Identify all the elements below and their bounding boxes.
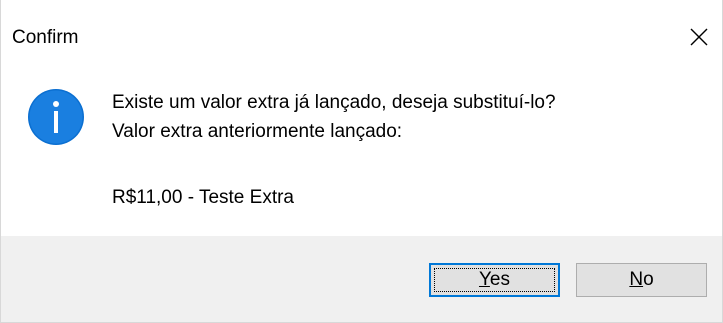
message-line-question: Existe um valor extra já lançado, deseja…: [112, 92, 556, 113]
button-bar: Yes No: [1, 236, 722, 322]
yes-button[interactable]: Yes: [429, 263, 560, 297]
yes-accelerator: Y: [478, 269, 490, 290]
confirm-dialog: Confirm Existe um valor extra já lançado…: [0, 0, 723, 323]
close-icon: [690, 28, 708, 46]
message-line-label: Valor extra anteriormente lançado:: [112, 121, 403, 142]
message-line-value: R$11,00 - Teste Extra: [112, 187, 295, 208]
yes-button-label: Yes: [479, 269, 510, 291]
close-button[interactable]: [676, 15, 722, 59]
no-accelerator: N: [629, 269, 644, 290]
dialog-title: Confirm: [12, 27, 79, 48]
message-area: Existe um valor extra já lançado, deseja…: [1, 62, 722, 236]
title-bar[interactable]: Confirm: [1, 0, 722, 62]
no-label-rest: o: [643, 269, 654, 290]
no-button-label: No: [629, 269, 653, 291]
info-icon: [28, 89, 84, 145]
no-button[interactable]: No: [576, 263, 707, 297]
yes-label-rest: es: [489, 269, 510, 290]
